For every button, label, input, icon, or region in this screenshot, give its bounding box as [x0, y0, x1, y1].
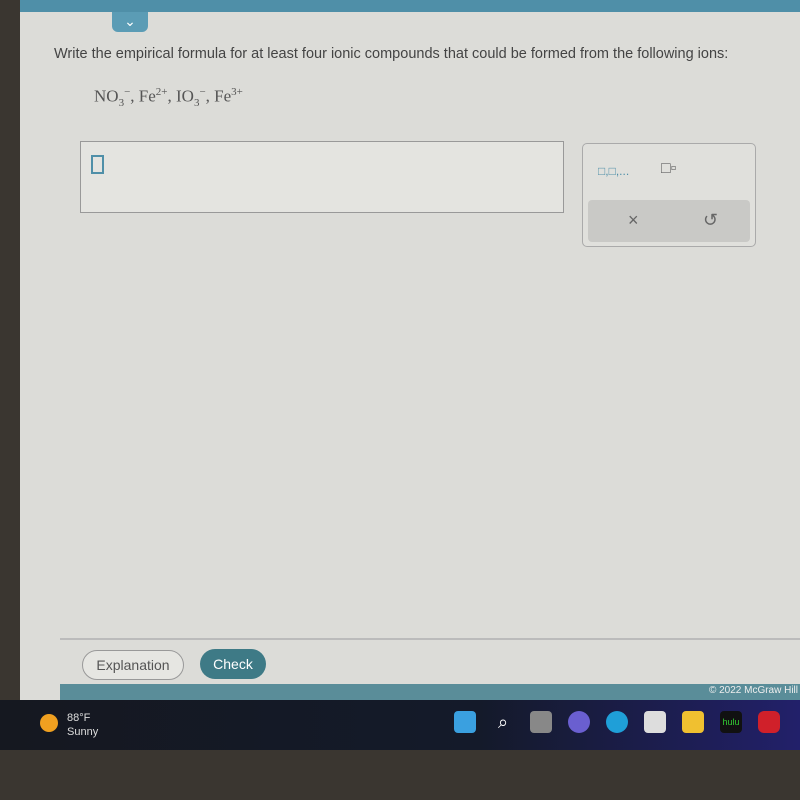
copyright: © 2022 McGraw Hill	[708, 685, 798, 696]
question-text: Write the empirical formula for at least…	[54, 46, 729, 62]
answer-cursor	[91, 155, 104, 174]
check-button[interactable]: Check	[200, 649, 266, 679]
collapse-chevron-icon[interactable]: ⌄	[112, 12, 148, 32]
store-icon[interactable]	[644, 711, 666, 733]
subscript-template-button[interactable]: □▫	[661, 160, 676, 178]
divider	[60, 638, 800, 640]
top-bar	[20, 0, 800, 12]
browser-screen: ⌄ Write the empirical formula for at lea…	[20, 0, 800, 700]
undo-button[interactable]: ↺	[703, 210, 718, 231]
file-explorer-icon[interactable]	[682, 711, 704, 733]
task-view-icon[interactable]	[530, 711, 552, 733]
search-icon[interactable]: ⌕	[492, 711, 514, 733]
hulu-icon[interactable]: hulu	[720, 711, 742, 733]
mcafee-icon[interactable]	[758, 711, 780, 733]
windows-start-icon[interactable]	[454, 711, 476, 733]
explanation-button[interactable]: Explanation	[82, 650, 184, 680]
clear-button[interactable]: ×	[628, 210, 639, 231]
weather-sun-icon[interactable]	[40, 714, 58, 732]
math-toolbox: □,□,... □▫ × ↺	[582, 143, 756, 247]
answer-input[interactable]	[80, 141, 564, 213]
list-template-button[interactable]: □,□,...	[598, 164, 629, 178]
toolbox-actions: × ↺	[588, 200, 750, 242]
footer-band	[60, 684, 800, 700]
taskbar	[0, 700, 800, 750]
weather-widget[interactable]: 88°F Sunny	[67, 711, 98, 739]
teams-chat-icon[interactable]	[568, 711, 590, 733]
ions-list: NO3−, Fe2+, IO3−, Fe3+	[94, 86, 243, 110]
edge-icon[interactable]	[606, 711, 628, 733]
